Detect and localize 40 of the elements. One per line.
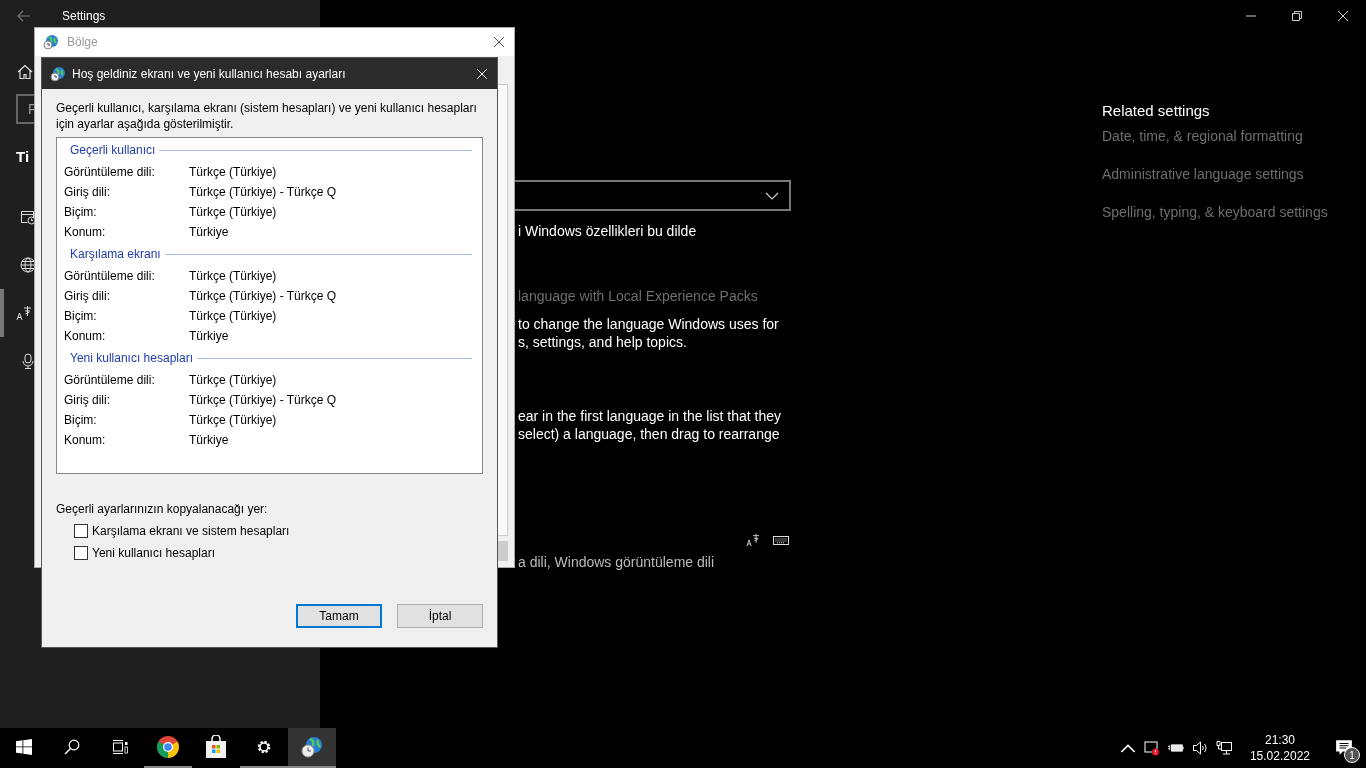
- description-text: i Windows özellikleri bu dilde: [517, 222, 697, 240]
- related-settings-heading: Related settings: [1102, 102, 1211, 119]
- setting-label: Görüntüleme dili:: [64, 373, 156, 387]
- description-text: a dili, Windows görüntüleme dili: [517, 553, 715, 571]
- setting-value: Türkçe (Türkiye): [189, 413, 277, 427]
- section-heading: Karşılama ekranı: [70, 247, 162, 261]
- notification-count: 1: [1344, 747, 1360, 763]
- setting-value: Türkiye: [189, 329, 229, 343]
- setting-value: Türkçe (Türkiye) - Türkçe Q: [189, 289, 337, 303]
- window-title: Bölge: [67, 35, 98, 49]
- setting-value: Türkçe (Türkiye) - Türkçe Q: [189, 393, 337, 407]
- setting-label: Biçim:: [64, 309, 98, 323]
- description-text: to change the language Windows uses for s, settings, and help topics.: [517, 315, 779, 351]
- intro-text: Geçerli kullanıcı, karşılama ekranı (sistem hesapları) ve yeni kullanıcı hesapları için ayarlar aşağıda gösterilmiştir.: [56, 100, 478, 132]
- setting-label: Giriş dili:: [64, 185, 111, 199]
- setting-label: Konum:: [64, 225, 107, 239]
- copy-label: Geçerli ayarlarınızın kopyalanacağı yer:: [56, 502, 269, 516]
- setting-label: Giriş dili:: [64, 289, 111, 303]
- setting-value: Türkçe (Türkiye): [189, 205, 277, 219]
- setting-value: Türkçe (Türkiye): [189, 373, 277, 387]
- setting-label: Biçim:: [64, 413, 98, 427]
- setting-label: Biçim:: [64, 205, 98, 219]
- description-text: language with Local Experience Packs: [517, 287, 758, 305]
- setting-value: Türkçe (Türkiye): [189, 309, 277, 323]
- dialog-title: Hoş geldiniz ekranı ve yeni kullanıcı hesabı ayarları: [72, 66, 346, 81]
- setting-value: Türkçe (Türkiye): [189, 165, 277, 179]
- setting-value: Türkiye: [189, 225, 229, 239]
- setting-value: Türkçe (Türkiye) - Türkçe Q: [189, 185, 337, 199]
- setting-value: Türkçe (Türkiye): [189, 269, 277, 283]
- setting-label: Konum:: [64, 329, 107, 343]
- description-text: ear in the first language in the list that they select) a language, then drag to rearrange: [517, 407, 782, 443]
- setting-label: Görüntüleme dili:: [64, 269, 156, 283]
- setting-label: Giriş dili:: [64, 393, 111, 407]
- section-heading: Geçerli kullanıcı: [70, 143, 157, 157]
- setting-label: Görüntüleme dili:: [64, 165, 156, 179]
- setting-value: Türkiye: [189, 433, 229, 447]
- setting-label: Konum:: [64, 433, 107, 447]
- sidebar-heading: Ti: [16, 148, 30, 165]
- section-heading: Yeni kullanıcı hesapları: [70, 351, 194, 365]
- window-title: Settings: [62, 9, 106, 23]
